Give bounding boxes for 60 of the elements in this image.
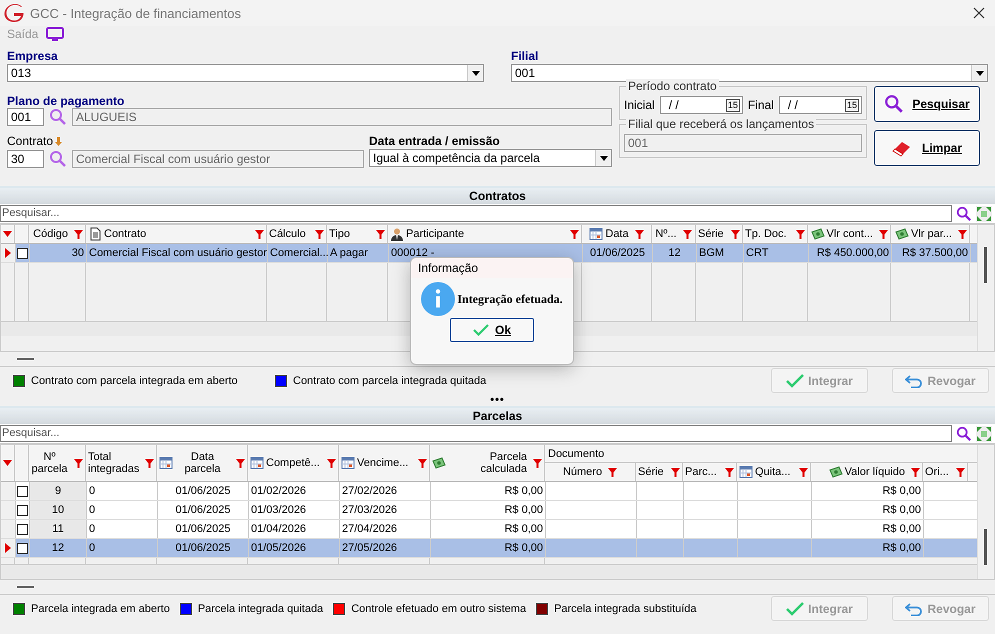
table-cell: 0 [87, 520, 158, 538]
field-label: Final [748, 98, 774, 112]
table-cell: 10 [30, 501, 87, 519]
legend-label: Contrato com parcela integrada quitada [293, 374, 486, 386]
section-header: Parcelas [0, 406, 995, 424]
branch-field: 001 [624, 134, 862, 152]
table-cell: R$ 37.500,00 [892, 244, 971, 262]
table-cell: 27/03/2026 [340, 501, 431, 519]
table-cell: CRT [744, 244, 809, 262]
dialog-title: Informação [411, 258, 573, 278]
field-label: Data entrada / emissão [369, 134, 501, 148]
table-cell: 01/06/2025 [158, 482, 249, 500]
field-label: Filial [511, 49, 540, 63]
table-cell: R$ 0,00 [431, 520, 546, 538]
table-cell: 0 [87, 501, 158, 519]
table-cell: 0 [87, 482, 158, 500]
table-cell: 01/06/2025 [158, 501, 249, 519]
table-cell: 01/04/2026 [249, 520, 340, 538]
name-field: Comercial Fiscal com usuário gestor [72, 150, 364, 168]
table-cell: R$ 450.000,00 [809, 244, 892, 262]
table-cell: R$ 0,00 [431, 501, 546, 519]
table-cell: 27/02/2026 [340, 482, 431, 500]
table-cell: 01/06/2025 [158, 539, 249, 557]
window-title: GCC - Integração de financiamentos [30, 6, 242, 20]
group-label: Filial que receberá os lançamentos [626, 117, 816, 131]
legend-label: Contrato com parcela integrada em aberto [31, 374, 238, 386]
field-label: Contrato [7, 134, 54, 149]
legend-label: Parcela integrada quitada [198, 602, 324, 614]
field-label: Inicial [624, 98, 655, 112]
table-cell: 01/02/2026 [249, 482, 340, 500]
group-label: Período contrato [626, 79, 719, 93]
table-cell: A pagar [328, 244, 389, 262]
column-group-label: Documento [548, 448, 604, 460]
table-cell: R$ 0,00 [812, 482, 924, 500]
table-cell: R$ 0,00 [431, 482, 546, 500]
table-cell: 0 [87, 539, 158, 557]
table-cell: R$ 0,00 [812, 501, 924, 519]
table-cell: 11 [30, 520, 87, 538]
dialog-message: Integração efetuada. [457, 292, 563, 306]
table-cell: R$ 0,00 [812, 520, 924, 538]
table-cell: 27/04/2026 [340, 520, 431, 538]
table-cell: 01/06/2025 [583, 244, 653, 262]
table-cell: 12 [653, 244, 697, 262]
table-cell: R$ 0,00 [812, 539, 924, 557]
table-cell: 27/05/2026 [340, 539, 431, 557]
table-cell: 9 [30, 482, 87, 500]
name-field: ALUGUEIS [72, 108, 612, 126]
table-cell: Comercial Fiscal com usuário gestor [87, 244, 268, 262]
section-header: Contratos [0, 186, 995, 204]
table-cell: 01/03/2026 [249, 501, 340, 519]
legend-label: Controle efetuado em outro sistema [351, 602, 526, 614]
field-label: Plano de pagamento [7, 94, 126, 108]
table-cell: 01/05/2026 [249, 539, 340, 557]
table-cell: R$ 0,00 [431, 539, 546, 557]
table-cell: BGM [697, 244, 744, 262]
field-label: Empresa [7, 49, 59, 63]
table-cell: Comercial... [268, 244, 328, 262]
legend-label: Parcela integrada substituída [554, 602, 697, 614]
table-cell: 01/06/2025 [158, 520, 249, 538]
legend-label: Parcela integrada em aberto [31, 602, 170, 614]
